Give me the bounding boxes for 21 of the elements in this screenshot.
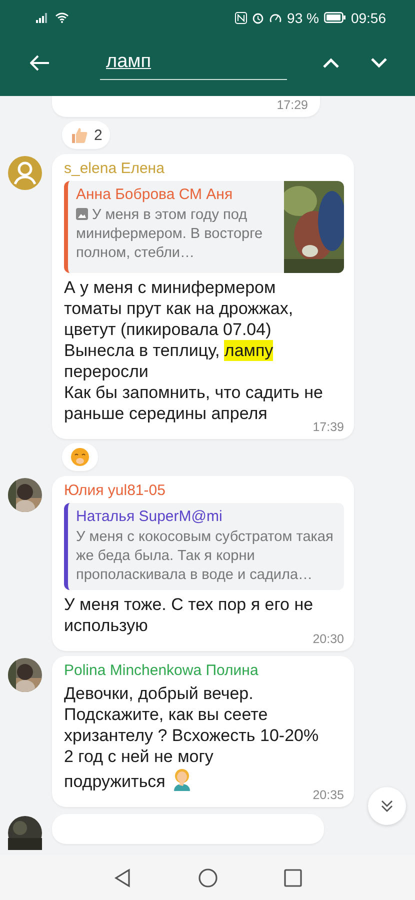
- message-time: 20:30: [312, 632, 344, 646]
- reaction-count: 2: [94, 126, 102, 144]
- quote-text: У меня с кокосовым субстратом такая же беда была. Так я корни прополаскивала в воде и садила…: [76, 528, 334, 585]
- search-field[interactable]: ламп: [100, 45, 287, 80]
- author-name[interactable]: s_elena Елена: [64, 160, 344, 177]
- quoted-message[interactable]: Наталья SuperM@mi У меня с кокосовым субстратом такая же беда была. Так я корни прополаскивала в воде и садила…: [64, 503, 344, 590]
- message-time: 20:35: [312, 788, 344, 802]
- message-time: 17:39: [312, 420, 344, 434]
- message-text: А у меня с минифермером томаты прут как на дрожжах, цветут (пикировала 07.04) Вынесла в теплицу, лампу переросли Как бы запомнить, что садить не раньше середины апреля: [64, 277, 323, 423]
- message-time: 17:29: [276, 98, 308, 113]
- reaction-chip[interactable]: 2: [62, 121, 110, 149]
- quote-text: У меня в этом году под минифермером. В восторге полном, стебли…: [76, 206, 264, 263]
- clock: 09:56: [350, 10, 386, 26]
- author-name[interactable]: Polina Minchenkowa Полина: [64, 662, 344, 679]
- message-text: У меня тоже. С тех пор я его не использую: [64, 594, 314, 635]
- battery-percentage: 93 %: [287, 10, 319, 26]
- message-text: Девочки, добрый вечер. Подскажите, как вы сеете хризантелу ? Всхожесть 10-20% 2 год с ней не могу подружиться: [64, 683, 319, 791]
- author-name[interactable]: Юлия yul81-05: [64, 482, 344, 499]
- quote-author: Анна Боброва СМ Аня: [76, 186, 234, 203]
- quote-author: Наталья SuperM@mi: [76, 508, 224, 525]
- quoted-message[interactable]: Анна Боброва СМ Аня У меня в этом году под минифермером. В восторге полном, стебли…: [64, 181, 344, 273]
